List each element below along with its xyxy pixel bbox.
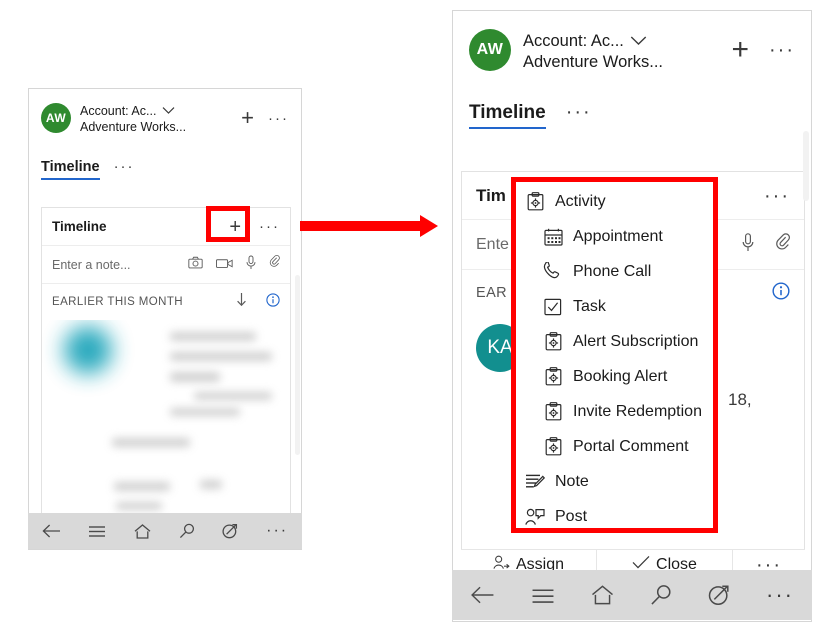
task-icon [542,298,564,316]
activity-icon [542,332,564,351]
video-icon[interactable] [216,256,233,274]
menu-item-post[interactable]: Post [512,499,717,534]
camera-icon[interactable] [188,256,203,274]
menu-item-booking-alert[interactable]: Booking Alert [512,359,717,394]
home-icon[interactable] [591,585,614,605]
section-label: EAR [476,285,508,301]
avatar-initials: AW [45,111,67,125]
compass-icon[interactable] [222,523,238,539]
blurred-record-preview [42,320,290,534]
back-icon[interactable] [470,586,495,604]
note-input-placeholder[interactable]: Ente [476,236,509,254]
activity-icon [524,192,546,211]
arrow-down-icon[interactable] [235,292,248,312]
tab-timeline[interactable]: Timeline [41,159,100,181]
home-icon[interactable] [134,523,151,539]
compass-icon[interactable] [708,584,730,606]
annotation-arrow-shaft [300,221,422,231]
right-card-scrollbar[interactable] [803,131,809,201]
menu-item-label: Appointment [573,227,663,245]
calendar-icon [542,228,564,246]
note-input-placeholder[interactable]: Enter a note... [52,258,131,272]
left-timeline-card: Timeline + ··· Enter a note... EARLIER T… [41,207,291,535]
menu-item-activity[interactable]: Activity [512,184,717,219]
left-device-navbar: ··· [28,513,302,549]
activity-icon [542,437,564,456]
phone-icon [542,262,564,281]
chevron-down-icon[interactable] [162,104,175,120]
menu-item-label: Post [555,507,588,525]
right-device-navbar: ··· [452,570,812,620]
add-record-button[interactable]: + [731,35,749,65]
microphone-icon[interactable] [742,232,754,257]
record-date-fragment: 18, [728,390,752,409]
activity-icon [542,402,564,421]
menu-item-note[interactable]: Note [512,464,717,499]
tab-timeline[interactable]: Timeline [469,102,546,130]
menu-item-label: Portal Comment [573,437,689,455]
search-icon[interactable] [650,584,672,606]
attachment-icon[interactable] [269,254,280,275]
attachment-icon[interactable] [776,232,790,257]
add-record-button[interactable]: + [241,107,254,129]
left-account-header[interactable]: AW Account: Ac... Adventure Works... + ·… [29,89,301,135]
info-icon[interactable] [772,281,790,305]
menu-item-label: Alert Subscription [573,332,699,350]
card-title: Timeline [52,219,107,234]
account-title: Account: Ac... [80,104,157,118]
left-card-header: Timeline + ··· [42,208,290,246]
back-icon[interactable] [42,524,61,538]
header-more-button[interactable]: ··· [769,40,795,60]
right-account-header[interactable]: AW Account: Ac... Adventure Works... + ·… [453,11,811,72]
menu-item-appointment[interactable]: Appointment [512,219,717,254]
left-section-header: EARLIER THIS MONTH [42,284,290,320]
note-icon [524,473,546,491]
post-icon [524,508,546,526]
menu-item-task[interactable]: Task [512,289,717,324]
menu-item-label: Note [555,472,589,490]
header-more-button[interactable]: ··· [268,111,289,126]
left-note-row[interactable]: Enter a note... [42,246,290,284]
section-label: EARLIER THIS MONTH [52,296,183,308]
card-add-button[interactable]: + [229,217,241,237]
search-icon[interactable] [179,523,195,539]
info-icon[interactable] [266,292,280,312]
create-record-menu: Activity Appointment Phone Call Task Alert S… [511,177,718,533]
avatar-initials: AW [476,41,504,58]
avatar: AW [469,29,511,71]
menu-item-invite-redemption[interactable]: Invite Redemption [512,394,717,429]
tab-more-button[interactable]: ··· [566,102,592,122]
card-more-button[interactable]: ··· [764,186,790,206]
more-icon[interactable]: ··· [766,584,794,606]
menu-item-label: Booking Alert [573,367,668,385]
menu-icon[interactable] [531,587,555,604]
more-icon[interactable]: ··· [266,523,288,539]
tab-more-button[interactable]: ··· [114,159,135,174]
microphone-icon[interactable] [246,255,256,275]
menu-item-label: Task [573,297,606,315]
menu-icon[interactable] [88,525,106,538]
card-title: Tim [476,185,506,205]
menu-item-label: Phone Call [573,262,652,280]
menu-item-label: Activity [555,192,606,210]
activity-icon [542,367,564,386]
menu-item-phone-call[interactable]: Phone Call [512,254,717,289]
menu-item-alert-subscription[interactable]: Alert Subscription [512,324,717,359]
right-tabbar: Timeline ··· [453,72,811,130]
left-phone-panel: AW Account: Ac... Adventure Works... + ·… [28,88,302,550]
left-tabbar: Timeline ··· [29,135,301,181]
left-card-scrollbar[interactable] [295,275,300,455]
menu-item-portal-comment[interactable]: Portal Comment [512,429,717,464]
account-subtitle: Adventure Works... [80,119,187,134]
avatar: AW [41,103,71,133]
chevron-down-icon[interactable] [630,31,647,52]
annotation-arrow-head [420,215,438,237]
record-avatar-initials: KA [487,337,513,358]
account-subtitle: Adventure Works... [523,52,664,71]
account-title: Account: Ac... [523,32,624,50]
card-more-button[interactable]: ··· [259,219,280,234]
menu-item-label: Invite Redemption [573,402,702,420]
